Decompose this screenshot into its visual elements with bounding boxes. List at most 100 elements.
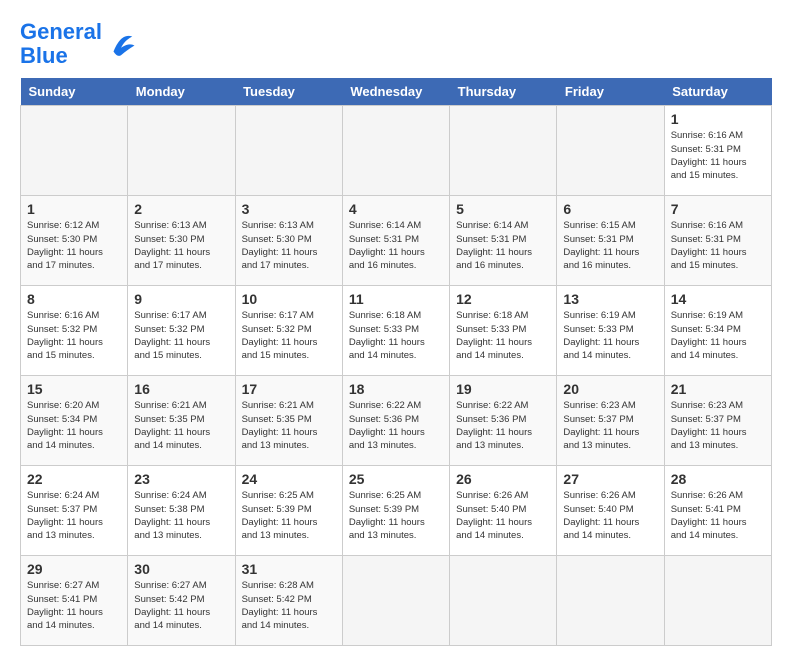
day-info: Sunrise: 6:16 AMSunset: 5:31 PMDaylight:… — [671, 129, 765, 182]
day-number: 26 — [456, 471, 550, 487]
calendar-cell — [342, 106, 449, 196]
day-number: 5 — [456, 201, 550, 217]
logo-blue: Blue — [20, 44, 102, 68]
calendar-week-row: 1Sunrise: 6:16 AMSunset: 5:31 PMDaylight… — [21, 106, 772, 196]
calendar-week-row: 15 Sunrise: 6:20 AMSunset: 5:34 PMDayligh… — [21, 376, 772, 466]
day-info: Sunrise: 6:26 AMSunset: 5:41 PMDaylight:… — [671, 489, 765, 542]
calendar-cell: 19 Sunrise: 6:22 AMSunset: 5:36 PMDayligh… — [450, 376, 557, 466]
calendar-cell: 27 Sunrise: 6:26 AMSunset: 5:40 PMDayligh… — [557, 466, 664, 556]
day-info: Sunrise: 6:26 AMSunset: 5:40 PMDaylight:… — [563, 489, 657, 542]
calendar-cell: 4Sunrise: 6:14 AMSunset: 5:31 PMDaylight… — [342, 196, 449, 286]
day-info: Sunrise: 6:19 AMSunset: 5:33 PMDaylight:… — [563, 309, 657, 362]
day-info: Sunrise: 6:27 AMSunset: 5:42 PMDaylight:… — [134, 579, 228, 632]
day-number: 10 — [242, 291, 336, 307]
calendar-cell: 25Sunrise: 6:25 AMSunset: 5:39 PMDayligh… — [342, 466, 449, 556]
day-number: 8 — [27, 291, 121, 307]
calendar-cell — [557, 106, 664, 196]
day-info: Sunrise: 6:14 AMSunset: 5:31 PMDaylight:… — [349, 219, 443, 272]
calendar-header-row: SundayMondayTuesdayWednesdayThursdayFrid… — [21, 78, 772, 106]
day-info: Sunrise: 6:13 AMSunset: 5:30 PMDaylight:… — [134, 219, 228, 272]
calendar-cell: 28Sunrise: 6:26 AMSunset: 5:41 PMDayligh… — [664, 466, 771, 556]
calendar-week-row: 29Sunrise: 6:27 AMSunset: 5:41 PMDayligh… — [21, 556, 772, 646]
calendar-week-row: 1 Sunrise: 6:12 AMSunset: 5:30 PMDaylight… — [21, 196, 772, 286]
day-number: 19 — [456, 381, 550, 397]
calendar-cell: 29Sunrise: 6:27 AMSunset: 5:41 PMDayligh… — [21, 556, 128, 646]
calendar-week-row: 8 Sunrise: 6:16 AMSunset: 5:32 PMDaylight… — [21, 286, 772, 376]
column-header-thursday: Thursday — [450, 78, 557, 106]
day-info: Sunrise: 6:18 AMSunset: 5:33 PMDaylight:… — [349, 309, 443, 362]
calendar-cell: 24 Sunrise: 6:25 AMSunset: 5:39 PMDayligh… — [235, 466, 342, 556]
column-header-saturday: Saturday — [664, 78, 771, 106]
calendar-cell: 17Sunrise: 6:21 AMSunset: 5:35 PMDayligh… — [235, 376, 342, 466]
day-number: 2 — [134, 201, 228, 217]
calendar-cell: 2 Sunrise: 6:13 AMSunset: 5:30 PMDaylight… — [128, 196, 235, 286]
calendar-cell: 26 Sunrise: 6:26 AMSunset: 5:40 PMDayligh… — [450, 466, 557, 556]
calendar-week-row: 22Sunrise: 6:24 AMSunset: 5:37 PMDayligh… — [21, 466, 772, 556]
column-header-tuesday: Tuesday — [235, 78, 342, 106]
day-info: Sunrise: 6:25 AMSunset: 5:39 PMDaylight:… — [349, 489, 443, 542]
day-number: 6 — [563, 201, 657, 217]
day-number: 15 — [27, 381, 121, 397]
day-info: Sunrise: 6:19 AMSunset: 5:34 PMDaylight:… — [671, 309, 765, 362]
day-info: Sunrise: 6:23 AMSunset: 5:37 PMDaylight:… — [671, 399, 765, 452]
day-info: Sunrise: 6:25 AMSunset: 5:39 PMDaylight:… — [242, 489, 336, 542]
day-number: 1 — [27, 201, 121, 217]
day-number: 7 — [671, 201, 765, 217]
day-info: Sunrise: 6:28 AMSunset: 5:42 PMDaylight:… — [242, 579, 336, 632]
day-info: Sunrise: 6:17 AMSunset: 5:32 PMDaylight:… — [242, 309, 336, 362]
day-info: Sunrise: 6:14 AMSunset: 5:31 PMDaylight:… — [456, 219, 550, 272]
day-number: 18 — [349, 381, 443, 397]
day-number: 31 — [242, 561, 336, 577]
calendar-cell: 20Sunrise: 6:23 AMSunset: 5:37 PMDayligh… — [557, 376, 664, 466]
calendar-cell: 30 Sunrise: 6:27 AMSunset: 5:42 PMDayligh… — [128, 556, 235, 646]
calendar-cell: 31 Sunrise: 6:28 AMSunset: 5:42 PMDayligh… — [235, 556, 342, 646]
calendar-cell: 3 Sunrise: 6:13 AMSunset: 5:30 PMDaylight… — [235, 196, 342, 286]
page-header: General Blue — [20, 20, 772, 68]
calendar-cell — [664, 556, 771, 646]
day-number: 16 — [134, 381, 228, 397]
day-number: 17 — [242, 381, 336, 397]
calendar-cell: 16 Sunrise: 6:21 AMSunset: 5:35 PMDayligh… — [128, 376, 235, 466]
calendar-cell: 23Sunrise: 6:24 AMSunset: 5:38 PMDayligh… — [128, 466, 235, 556]
column-header-friday: Friday — [557, 78, 664, 106]
calendar-cell: 1 Sunrise: 6:12 AMSunset: 5:30 PMDaylight… — [21, 196, 128, 286]
day-number: 13 — [563, 291, 657, 307]
day-info: Sunrise: 6:21 AMSunset: 5:35 PMDaylight:… — [134, 399, 228, 452]
calendar-cell: 8 Sunrise: 6:16 AMSunset: 5:32 PMDaylight… — [21, 286, 128, 376]
day-info: Sunrise: 6:13 AMSunset: 5:30 PMDaylight:… — [242, 219, 336, 272]
day-info: Sunrise: 6:24 AMSunset: 5:37 PMDaylight:… — [27, 489, 121, 542]
day-info: Sunrise: 6:12 AMSunset: 5:30 PMDaylight:… — [27, 219, 121, 272]
calendar-cell: 14Sunrise: 6:19 AMSunset: 5:34 PMDayligh… — [664, 286, 771, 376]
day-number: 24 — [242, 471, 336, 487]
calendar-cell — [21, 106, 128, 196]
day-number: 27 — [563, 471, 657, 487]
calendar-cell: 9 Sunrise: 6:17 AMSunset: 5:32 PMDaylight… — [128, 286, 235, 376]
day-number: 11 — [349, 291, 443, 307]
calendar-cell: 12Sunrise: 6:18 AMSunset: 5:33 PMDayligh… — [450, 286, 557, 376]
calendar-cell — [557, 556, 664, 646]
column-header-wednesday: Wednesday — [342, 78, 449, 106]
day-info: Sunrise: 6:15 AMSunset: 5:31 PMDaylight:… — [563, 219, 657, 272]
calendar-cell: 22Sunrise: 6:24 AMSunset: 5:37 PMDayligh… — [21, 466, 128, 556]
day-number: 21 — [671, 381, 765, 397]
day-info: Sunrise: 6:24 AMSunset: 5:38 PMDaylight:… — [134, 489, 228, 542]
day-info: Sunrise: 6:16 AMSunset: 5:31 PMDaylight:… — [671, 219, 765, 272]
day-info: Sunrise: 6:26 AMSunset: 5:40 PMDaylight:… — [456, 489, 550, 542]
day-info: Sunrise: 6:20 AMSunset: 5:34 PMDaylight:… — [27, 399, 121, 452]
day-info: Sunrise: 6:22 AMSunset: 5:36 PMDaylight:… — [456, 399, 550, 452]
day-info: Sunrise: 6:16 AMSunset: 5:32 PMDaylight:… — [27, 309, 121, 362]
day-number: 3 — [242, 201, 336, 217]
calendar-table: SundayMondayTuesdayWednesdayThursdayFrid… — [20, 78, 772, 646]
calendar-cell — [235, 106, 342, 196]
day-number: 30 — [134, 561, 228, 577]
day-info: Sunrise: 6:23 AMSunset: 5:37 PMDaylight:… — [563, 399, 657, 452]
day-info: Sunrise: 6:17 AMSunset: 5:32 PMDaylight:… — [134, 309, 228, 362]
calendar-cell: 1Sunrise: 6:16 AMSunset: 5:31 PMDaylight… — [664, 106, 771, 196]
calendar-cell — [342, 556, 449, 646]
calendar-cell: 7 Sunrise: 6:16 AMSunset: 5:31 PMDaylight… — [664, 196, 771, 286]
calendar-cell — [128, 106, 235, 196]
logo-text: General — [20, 20, 102, 44]
day-number: 9 — [134, 291, 228, 307]
day-number: 12 — [456, 291, 550, 307]
day-number: 29 — [27, 561, 121, 577]
